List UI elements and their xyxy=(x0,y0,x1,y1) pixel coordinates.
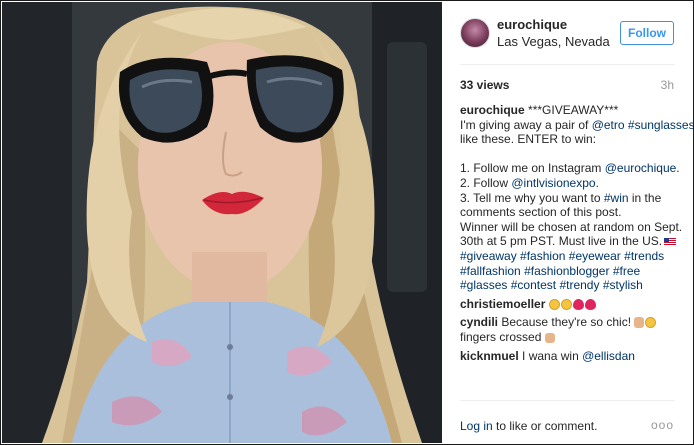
comment-item: kicknmuel I wana win @ellisdan xyxy=(460,349,680,364)
hashtag-link[interactable]: #glasses xyxy=(460,278,507,292)
caption-username[interactable]: eurochique xyxy=(460,103,525,117)
caption-text: . xyxy=(676,161,680,176)
post-username[interactable]: eurochique xyxy=(497,17,567,32)
us-flag-icon xyxy=(664,238,677,247)
heart-icon xyxy=(572,298,584,310)
hashtag-link[interactable]: #trendy xyxy=(559,278,599,292)
comment-item: cyndili Because they're so chic! fingers… xyxy=(460,315,680,344)
comment-text: I wana win xyxy=(522,348,583,363)
login-prompt: Log in to like or comment. xyxy=(460,419,597,433)
sunglasses-face-icon xyxy=(645,317,657,329)
hashtag-link[interactable]: #fashionblogger xyxy=(524,264,609,278)
login-text: to like or comment. xyxy=(492,419,598,433)
caption-text: 2. Follow xyxy=(460,175,512,190)
caption-text: ***GIVEAWAY*** xyxy=(528,103,619,117)
hashtag-link[interactable]: #sunglasses xyxy=(628,118,693,132)
caption-text: like these. ENTER to win: xyxy=(460,132,597,147)
hashtag-link[interactable]: #trends xyxy=(624,249,664,263)
login-link[interactable]: Log in xyxy=(460,419,493,433)
comment-username[interactable]: cyndili xyxy=(460,315,498,329)
hashtag-link[interactable]: #eyewear xyxy=(569,249,621,263)
comment-item: christiemoeller xyxy=(460,297,680,312)
caption: eurochique ***GIVEAWAY*** I'm giving awa… xyxy=(460,103,693,293)
post-footer: Log in to like or comment. ooo xyxy=(442,400,693,443)
post-frame: eurochique Las Vegas, Nevada Follow 33 v… xyxy=(0,0,694,445)
caption-text: in the xyxy=(628,190,662,205)
hashtag-link[interactable]: #free xyxy=(613,264,640,278)
heart-eyes-cat-icon xyxy=(548,298,560,310)
hashtag-link[interactable]: #fallfashion xyxy=(460,264,521,278)
thumbs-up-icon xyxy=(634,317,645,329)
header-divider xyxy=(460,64,675,65)
views-count[interactable]: 33 views xyxy=(460,78,509,92)
hashtag-link[interactable]: #giveaway xyxy=(460,249,517,263)
hashtag-link[interactable]: #stylish xyxy=(603,278,643,292)
heart-icon xyxy=(584,298,596,310)
caption-text: 1. Follow me on Instagram xyxy=(460,161,605,176)
caption-text: 3. Tell me why you want to xyxy=(460,190,604,205)
post-location[interactable]: Las Vegas, Nevada xyxy=(497,34,610,49)
hashtag-link[interactable]: #fashion xyxy=(520,249,565,263)
post-time[interactable]: 3h xyxy=(661,78,674,92)
post-side-panel: eurochique Las Vegas, Nevada Follow 33 v… xyxy=(442,2,693,443)
fingers-crossed-icon xyxy=(544,332,555,343)
caption-text: Winner will be chosen at random on Sept. xyxy=(460,219,683,234)
mention-link[interactable]: @etro xyxy=(592,118,625,132)
avatar[interactable] xyxy=(460,18,490,48)
caption-text: I'm giving away a pair of xyxy=(460,117,592,132)
comment-username[interactable]: christiemoeller xyxy=(460,297,545,311)
hashtag-link[interactable]: #win xyxy=(604,191,629,205)
caption-text: . xyxy=(595,175,599,190)
more-options-icon[interactable]: ooo xyxy=(651,418,674,432)
comment-username[interactable]: kicknmuel xyxy=(460,349,519,363)
comments-list: eurochique ***GIVEAWAY*** I'm giving awa… xyxy=(460,103,693,364)
heart-eyes-cat-icon xyxy=(560,298,572,310)
hashtag-link[interactable]: #contest xyxy=(511,278,556,292)
mention-link[interactable]: @ellisdan xyxy=(582,349,635,363)
mention-link[interactable]: @eurochique xyxy=(605,161,677,175)
caption-text: comments section of this post. xyxy=(460,205,622,220)
photo-illustration xyxy=(2,2,442,443)
post-photo[interactable] xyxy=(2,2,442,443)
mention-link[interactable]: @intlvisionexpo xyxy=(511,176,595,190)
comment-text: fingers crossed xyxy=(460,329,542,344)
caption-text: 30th at 5 pm PST. Must live in the US. xyxy=(460,234,663,249)
follow-button[interactable]: Follow xyxy=(620,21,674,45)
post-header: eurochique Las Vegas, Nevada Follow xyxy=(442,2,693,64)
comment-text: Because they're so chic! xyxy=(501,315,632,330)
